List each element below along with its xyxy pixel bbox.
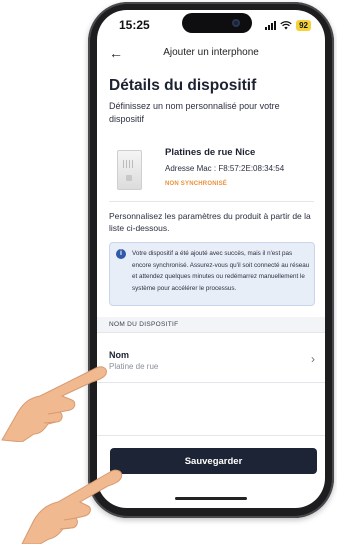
save-button[interactable]: Sauvegarder [110, 448, 317, 474]
divider [109, 201, 314, 202]
personalize-text: Personnalisez les paramètres du produit … [109, 211, 311, 233]
app-screen: 15:25 92 ← Ajouter un interphone Détails… [97, 10, 325, 508]
name-field-label: Nom [109, 350, 129, 360]
pointing-hand-icon [21, 469, 123, 544]
device-mac: Adresse Mac : F8:57:2E:08:34:54 [165, 164, 285, 173]
chevron-right-icon: › [311, 352, 315, 366]
signal-icon [265, 20, 277, 30]
nav-title: Ajouter un interphone [163, 47, 259, 58]
section-header: NOM DU DISPOSITIF [97, 317, 325, 333]
section-header-label: NOM DU DISPOSITIF [109, 321, 179, 328]
name-field-row[interactable]: Nom Platine de rue › [97, 344, 325, 380]
wifi-icon [280, 21, 292, 30]
page-title: Détails du dispositif [109, 77, 257, 94]
info-text: Votre dispositif a été ajouté avec succè… [132, 250, 310, 292]
footer-divider [97, 435, 325, 436]
page-subtitle: Définissez un nom personnalisé pour votr… [109, 101, 280, 124]
battery-indicator: 92 [296, 19, 311, 31]
nav-bar: ← Ajouter un interphone [97, 43, 325, 65]
sync-status-badge: NON SYNCHRONISÉ [165, 181, 228, 187]
doorbell-panel-image [117, 150, 142, 190]
status-time: 15:25 [119, 18, 150, 32]
divider [97, 382, 325, 383]
info-icon: i [116, 249, 126, 259]
home-indicator [175, 497, 247, 500]
dynamic-island [182, 13, 252, 33]
pointing-hand-icon [1, 366, 107, 442]
info-box: i Votre dispositif a été ajouté avec suc… [109, 242, 315, 306]
device-name: Platines de rue Nice [165, 147, 256, 158]
status-icons: 92 [265, 19, 311, 31]
